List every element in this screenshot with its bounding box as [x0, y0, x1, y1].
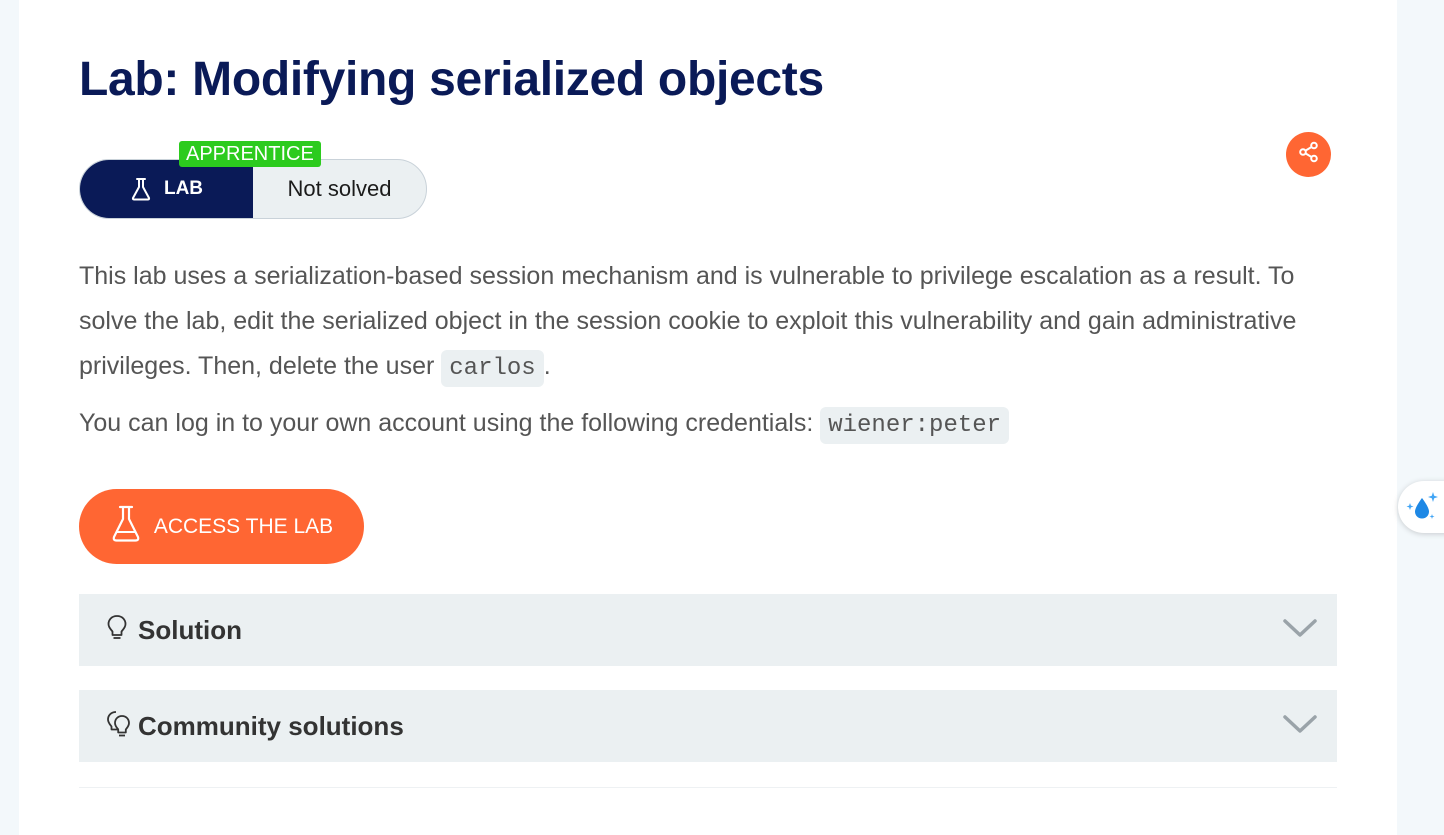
description-end: . — [543, 352, 551, 380]
description-text: This lab uses a serialization-based sess… — [79, 262, 1297, 380]
target-user-code: carlos — [441, 350, 544, 387]
access-lab-label: ACCESS THE LAB — [153, 514, 334, 538]
credentials-text: You can log in to your own account using… — [79, 409, 821, 437]
lightbulbs-icon — [105, 710, 133, 743]
status-pill: LAB Not solved — [79, 159, 427, 219]
access-lab-button[interactable]: ACCESS THE LAB — [79, 489, 364, 564]
lab-description: This lab uses a serialization-based sess… — [79, 254, 1344, 391]
page-title: Lab: Modifying serialized objects — [79, 53, 824, 106]
chevron-down-icon[interactable] — [1283, 617, 1317, 644]
solved-status-label: Not solved — [287, 176, 392, 201]
share-button[interactable] — [1286, 132, 1331, 177]
lab-type-segment: LAB — [80, 160, 253, 218]
share-icon — [1297, 140, 1321, 169]
flask-icon — [130, 177, 152, 201]
solution-title: Solution — [138, 615, 242, 645]
page-container: Lab: Modifying serialized objects APPREN… — [19, 0, 1397, 835]
credentials-code: wiener:peter — [820, 407, 1010, 444]
lightbulb-icon — [105, 614, 129, 647]
lab-status: APPRENTICE LAB Not solved — [79, 141, 429, 221]
chevron-down-icon[interactable] — [1283, 713, 1317, 740]
community-solutions-accordion[interactable]: Community solutions — [79, 690, 1337, 762]
flask-icon — [110, 505, 142, 549]
solution-accordion[interactable]: Solution — [79, 594, 1337, 666]
level-badge: APPRENTICE — [179, 141, 321, 167]
solved-status-segment: Not solved — [253, 160, 426, 218]
lab-type-label: LAB — [163, 178, 204, 199]
credentials-line: You can log in to your own account using… — [79, 401, 1344, 448]
floating-assistant-button[interactable] — [1398, 481, 1444, 533]
community-solutions-title: Community solutions — [138, 711, 404, 741]
section-divider — [79, 787, 1337, 788]
